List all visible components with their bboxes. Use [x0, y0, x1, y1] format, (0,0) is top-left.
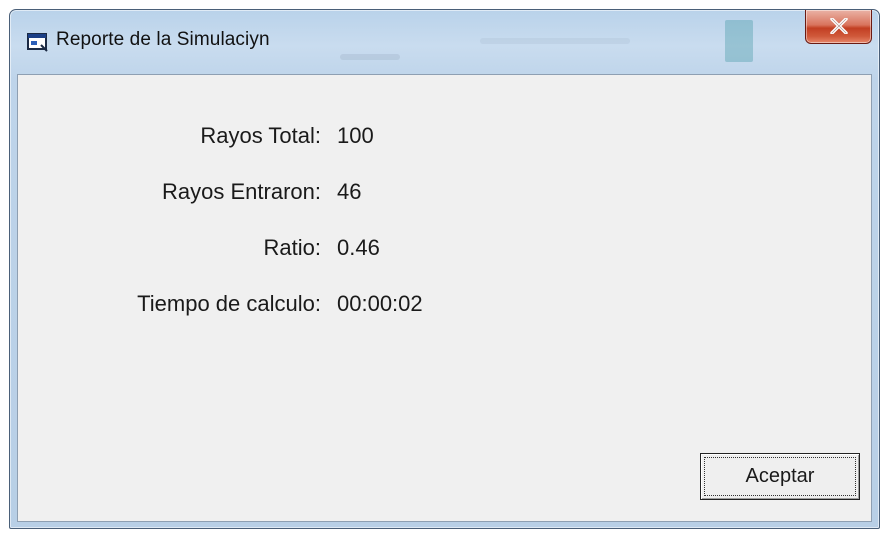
close-icon: [830, 18, 848, 34]
close-button[interactable]: [805, 10, 872, 44]
report-dialog-window: Reporte de la Simulaciyn Rayos Total: 10…: [9, 9, 880, 529]
title-bar[interactable]: Reporte de la Simulaciyn: [10, 10, 879, 74]
window-title: Reporte de la Simulaciyn: [56, 29, 270, 50]
report-value: 0.46: [337, 235, 380, 260]
report-value: 46: [337, 179, 362, 204]
report-label: Tiempo de calculo:: [137, 291, 321, 316]
accept-button[interactable]: Aceptar: [700, 453, 860, 500]
report-label: Rayos Total:: [200, 123, 321, 148]
accept-button-label: Aceptar: [704, 457, 856, 496]
report-value: 100: [337, 123, 374, 148]
dialog-content: Rayos Total: 100 Rayos Entraron: 46 Rati…: [17, 74, 872, 522]
report-label: Rayos Entraron:: [162, 179, 321, 204]
report-value: 00:00:02: [337, 291, 423, 316]
app-window-icon: [27, 32, 49, 52]
report-label: Ratio:: [263, 235, 321, 260]
